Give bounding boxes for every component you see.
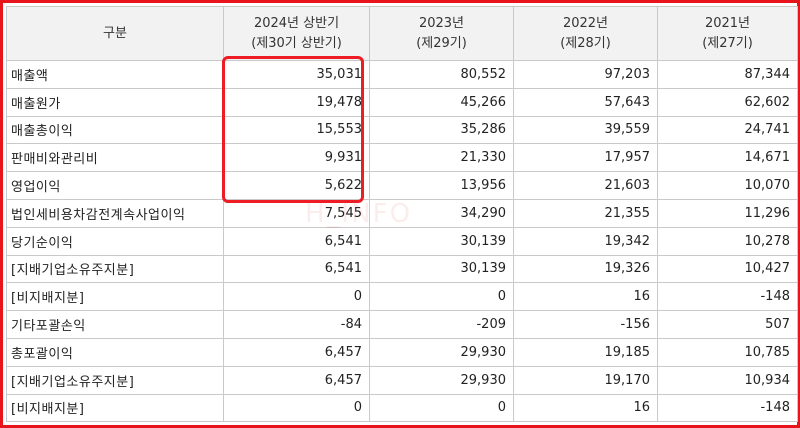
row-label: 총포괄이익 [6,337,224,367]
header-2023-year: 2023년 [418,15,465,31]
cell-value: 87,344 [657,60,798,89]
cell-value: 21,603 [513,171,658,200]
cell-value: -156 [513,310,658,339]
row-label: 매출원가 [6,87,224,117]
header-2023: 2023년 (제29기) [369,6,514,61]
row-label: 기타포괄손익 [6,310,224,339]
cell-value: 5,622 [223,171,370,200]
table-row: 당기순이익 6,541 30,139 19,342 10,278 [6,226,798,256]
cell-value: 6,457 [223,365,370,395]
cell-value: 19,326 [513,254,658,284]
cell-value: 21,330 [369,143,514,173]
header-2024h1-year: 2024년 상반기 [253,15,340,31]
header-2021-term: (제27기) [702,35,753,51]
cell-value: 16 [513,282,658,312]
table-row: 매출원가 19,478 45,266 57,643 62,602 [6,87,798,117]
cell-value: 24,741 [657,115,798,145]
cell-value: -148 [657,393,798,423]
table-row: [비지배지분] 0 0 16 -148 [6,393,798,423]
cell-value: 34,290 [369,198,514,228]
cell-value: -209 [369,310,514,339]
cell-value: 10,278 [657,226,798,256]
outer-frame: 구분 2024년 상반기 (제30기 상반기) 2023년 (제29기) 202… [0,0,800,428]
cell-value: 14,671 [657,143,798,173]
cell-value: 0 [369,282,514,312]
cell-value: 6,541 [223,254,370,284]
cell-value: 0 [223,393,370,423]
cell-value: 45,266 [369,87,514,117]
cell-value: 39,559 [513,115,658,145]
row-label: [지배기업소유주지분] [6,365,224,395]
cell-value: 19,342 [513,226,658,256]
financial-table: 구분 2024년 상반기 (제30기 상반기) 2023년 (제29기) 202… [6,6,798,423]
cell-value: 80,552 [369,60,514,89]
cell-value: 16 [513,393,658,423]
cell-value: 97,203 [513,60,658,89]
cell-value: -148 [657,282,798,312]
header-2021: 2021년 (제27기) [657,6,798,61]
cell-value: -84 [223,310,370,339]
cell-value: 17,957 [513,143,658,173]
cell-value: 10,070 [657,171,798,200]
row-label: 매출액 [6,60,224,89]
cell-value: 10,427 [657,254,798,284]
header-2024h1: 2024년 상반기 (제30기 상반기) [223,6,370,61]
table-row: 매출총이익 15,553 35,286 39,559 24,741 [6,115,798,145]
cell-value: 29,930 [369,365,514,395]
cell-value: 11,296 [657,198,798,228]
cell-value: 9,931 [223,143,370,173]
cell-value: 19,478 [223,87,370,117]
header-2021-year: 2021년 [704,15,751,31]
cell-value: 19,170 [513,365,658,395]
table-header: 구분 2024년 상반기 (제30기 상반기) 2023년 (제29기) 202… [6,6,798,61]
cell-value: 0 [223,282,370,312]
cell-value: 15,553 [223,115,370,145]
cell-value: 0 [369,393,514,423]
table-row: [지배기업소유주지분] 6,541 30,139 19,326 10,427 [6,254,798,284]
cell-value: 35,286 [369,115,514,145]
row-label: 영업이익 [6,171,224,200]
row-label: 판매비와관리비 [6,143,224,173]
table-row: 매출액 35,031 80,552 97,203 87,344 [6,60,798,89]
header-2022-year: 2022년 [562,15,609,31]
header-2022-term: (제28기) [560,35,611,51]
cell-value: 29,930 [369,337,514,367]
table-row: [비지배지분] 0 0 16 -148 [6,282,798,312]
row-label: 매출총이익 [6,115,224,145]
cell-value: 30,139 [369,254,514,284]
table-row: 영업이익 5,622 13,956 21,603 10,070 [6,171,798,200]
cell-value: 507 [657,310,798,339]
table-body: 매출액 35,031 80,552 97,203 87,344 매출원가 19,… [6,60,798,423]
cell-value: 62,602 [657,87,798,117]
cell-value: 6,541 [223,226,370,256]
row-label: 법인세비용차감전계속사업이익 [6,198,224,228]
table-row: [지배기업소유주지분] 6,457 29,930 19,170 10,934 [6,365,798,395]
row-label: 당기순이익 [6,226,224,256]
header-2022: 2022년 (제28기) [513,6,658,61]
table-row: 기타포괄손익 -84 -209 -156 507 [6,310,798,339]
cell-value: 30,139 [369,226,514,256]
cell-value: 19,185 [513,337,658,367]
row-label: [지배기업소유주지분] [6,254,224,284]
header-2023-term: (제29기) [416,35,467,51]
table-row: 총포괄이익 6,457 29,930 19,185 10,785 [6,337,798,367]
header-2024h1-term: (제30기 상반기) [251,35,342,51]
header-category: 구분 [6,6,224,61]
cell-value: 10,934 [657,365,798,395]
cell-value: 21,355 [513,198,658,228]
cell-value: 6,457 [223,337,370,367]
table-row: 판매비와관리비 9,931 21,330 17,957 14,671 [6,143,798,173]
cell-value: 7,545 [223,198,370,228]
row-label: [비지배지분] [6,393,224,423]
cell-value: 57,643 [513,87,658,117]
cell-value: 35,031 [223,60,370,89]
cell-value: 10,785 [657,337,798,367]
row-label: [비지배지분] [6,282,224,312]
table-row: 법인세비용차감전계속사업이익 7,545 34,290 21,355 11,29… [6,198,798,228]
cell-value: 13,956 [369,171,514,200]
